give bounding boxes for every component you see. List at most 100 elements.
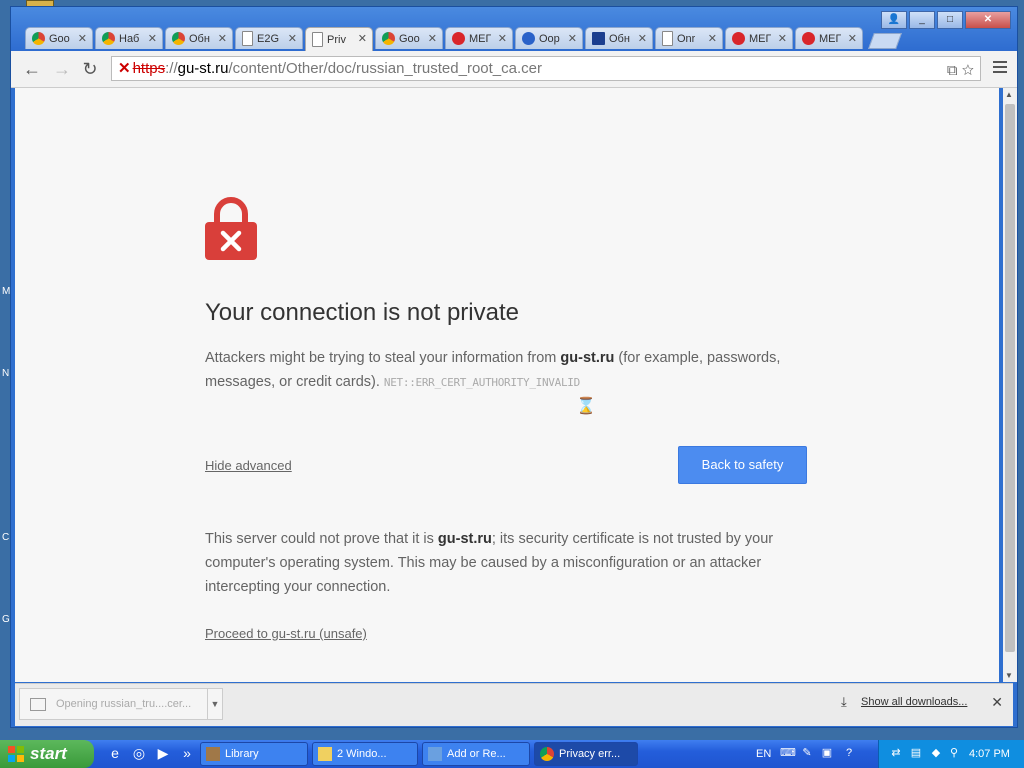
tab-close-icon[interactable]: ✕ [498, 32, 507, 45]
tab-strip: Goo ✕ Наб ✕ Обн ✕ E2G ✕ Priv ✕ Goo ✕ МЕГ ✕ Оор ✕… [25, 27, 902, 51]
scroll-down-icon[interactable]: ▼ [1005, 671, 1013, 680]
system-tray: ⇄ ▤ ◆ ⚲ 4:07 PM [878, 740, 1024, 768]
tab-close-icon[interactable]: ✕ [568, 32, 577, 45]
tab-close-icon[interactable]: ✕ [428, 32, 437, 45]
tab[interactable]: Наб ✕ [95, 27, 163, 49]
minimize-button[interactable]: _ [909, 11, 935, 29]
scroll-up-icon[interactable]: ▲ [1005, 90, 1013, 99]
taskbar-item-windows[interactable]: 2 Windo... [312, 742, 418, 766]
back-to-safety-button[interactable]: Back to safety [678, 446, 807, 484]
chrome-icon [382, 32, 395, 45]
edge-icon [522, 32, 535, 45]
tab[interactable]: Оор ✕ [515, 27, 583, 49]
tab-title: E2G [257, 32, 280, 45]
control-panel-icon [428, 747, 442, 761]
tab-close-icon[interactable]: ✕ [848, 32, 857, 45]
chevron-down-icon[interactable]: ▼ [207, 689, 222, 719]
tab[interactable]: МЕГ ✕ [445, 27, 513, 49]
chrome-icon[interactable]: ◎ [130, 744, 148, 762]
tab-title: МЕГ [749, 32, 772, 45]
search-icon[interactable]: ⚲ [947, 746, 961, 760]
security-shield-icon[interactable]: ◆ [929, 746, 943, 760]
tab-title: Обн [609, 32, 630, 45]
host-name: gu-st.ru [437, 531, 492, 547]
tab-title: Goo [49, 32, 70, 45]
close-window-button[interactable]: ✕ [965, 11, 1011, 29]
file-icon [30, 698, 46, 711]
chrome-icon [172, 32, 185, 45]
tab-close-icon[interactable]: ✕ [78, 32, 87, 45]
library-icon [206, 747, 220, 761]
tab[interactable]: МЕГ ✕ [795, 27, 863, 49]
star-icon[interactable]: ☆ [962, 62, 974, 79]
tab-close-icon[interactable]: ✕ [218, 32, 227, 45]
monitor-icon[interactable]: ▣ [820, 746, 834, 760]
tab[interactable]: Обн ✕ [585, 27, 653, 49]
busy-cursor-icon: ⌛ [576, 398, 596, 415]
mega-icon [802, 32, 815, 45]
task-label: 2 Windo... [337, 748, 387, 760]
taskbar-item-add-remove[interactable]: Add or Re... [422, 742, 530, 766]
task-label: Library [225, 748, 259, 760]
page-content: Your connection is not private Attackers… [15, 88, 999, 682]
menu-icon[interactable] [993, 61, 1007, 76]
tab-title: Наб [119, 32, 140, 45]
language-indicator[interactable]: EN [756, 740, 771, 768]
media-player-icon[interactable]: ▶ [154, 744, 172, 762]
chrome-icon [540, 747, 554, 761]
scrollbar[interactable]: ▲ ▼ [1003, 88, 1017, 682]
close-icon[interactable]: ✕ [991, 694, 1003, 711]
tab-close-icon[interactable]: ✕ [638, 32, 647, 45]
tab[interactable]: Обн ✕ [165, 27, 233, 49]
pen-icon[interactable]: ✎ [800, 746, 814, 760]
page-icon [242, 31, 253, 46]
maximize-button[interactable]: □ [937, 11, 963, 29]
tab-close-icon[interactable]: ✕ [358, 32, 367, 45]
new-tab-button[interactable] [868, 33, 902, 49]
proceed-unsafe-link[interactable]: Proceed to gu-st.ru (unsafe) [205, 626, 367, 641]
download-icon: ⤓ [841, 694, 847, 709]
download-status: Opening russian_tru....cer... [56, 698, 192, 710]
tab-active[interactable]: Priv ✕ [305, 27, 373, 51]
details-paragraph: This server could not prove that it is g… [205, 527, 809, 599]
taskbar-item-chrome[interactable]: Privacy err... [534, 742, 638, 766]
start-button[interactable]: start [0, 740, 94, 768]
task-label: Privacy err... [559, 748, 621, 760]
tab-close-icon[interactable]: ✕ [288, 32, 297, 45]
tab[interactable]: МЕГ ✕ [725, 27, 793, 49]
tab[interactable]: Onr ✕ [655, 27, 723, 49]
scrollbar-thumb[interactable] [1005, 104, 1015, 652]
reload-icon[interactable]: ↻ [79, 59, 101, 80]
chrome-icon [102, 32, 115, 45]
tab-close-icon[interactable]: ✕ [778, 32, 787, 45]
download-item[interactable]: Opening russian_tru....cer... ▼ [19, 688, 223, 720]
lock-icon [205, 197, 257, 260]
taskbar-item-library[interactable]: Library [200, 742, 308, 766]
insecure-lock-icon[interactable]: ✕ [118, 60, 131, 77]
tab-title: МЕГ [469, 32, 492, 45]
tab[interactable]: E2G ✕ [235, 27, 303, 49]
hide-advanced-link[interactable]: Hide advanced [205, 458, 292, 473]
show-all-downloads-link[interactable]: Show all downloads... [861, 696, 967, 708]
warning-paragraph: Attackers might be trying to steal your … [205, 346, 809, 395]
address-bar[interactable]: ✕ https://gu-st.ru/content/Other/doc/russ… [111, 56, 981, 81]
ru-icon [592, 32, 605, 45]
details-text: This server could not prove that it is [205, 531, 438, 547]
forward-arrow-icon[interactable]: → [51, 59, 73, 80]
tab-close-icon[interactable]: ✕ [148, 32, 157, 45]
network-icon[interactable]: ⇄ [889, 746, 903, 760]
url-separator: :// [165, 60, 178, 77]
back-arrow-icon[interactable]: ← [21, 59, 43, 80]
tab[interactable]: Goo ✕ [375, 27, 443, 49]
taskbar: start e ◎ ▶ » Library 2 Windo... Add or … [0, 740, 1024, 768]
chevron-right-icon[interactable]: » [178, 744, 196, 762]
keyboard-icon[interactable]: ⌨ [780, 746, 796, 760]
tab[interactable]: Goo ✕ [25, 27, 93, 49]
help-icon[interactable]: ? [842, 746, 856, 760]
display-icon[interactable]: ▤ [909, 746, 923, 760]
tab-close-icon[interactable]: ✕ [708, 32, 717, 45]
translate-icon[interactable]: ⧉ [947, 62, 958, 79]
warning-text: Attackers might be trying to steal your … [205, 350, 561, 366]
task-label: Add or Re... [447, 748, 506, 760]
ie-icon[interactable]: e [106, 744, 124, 762]
